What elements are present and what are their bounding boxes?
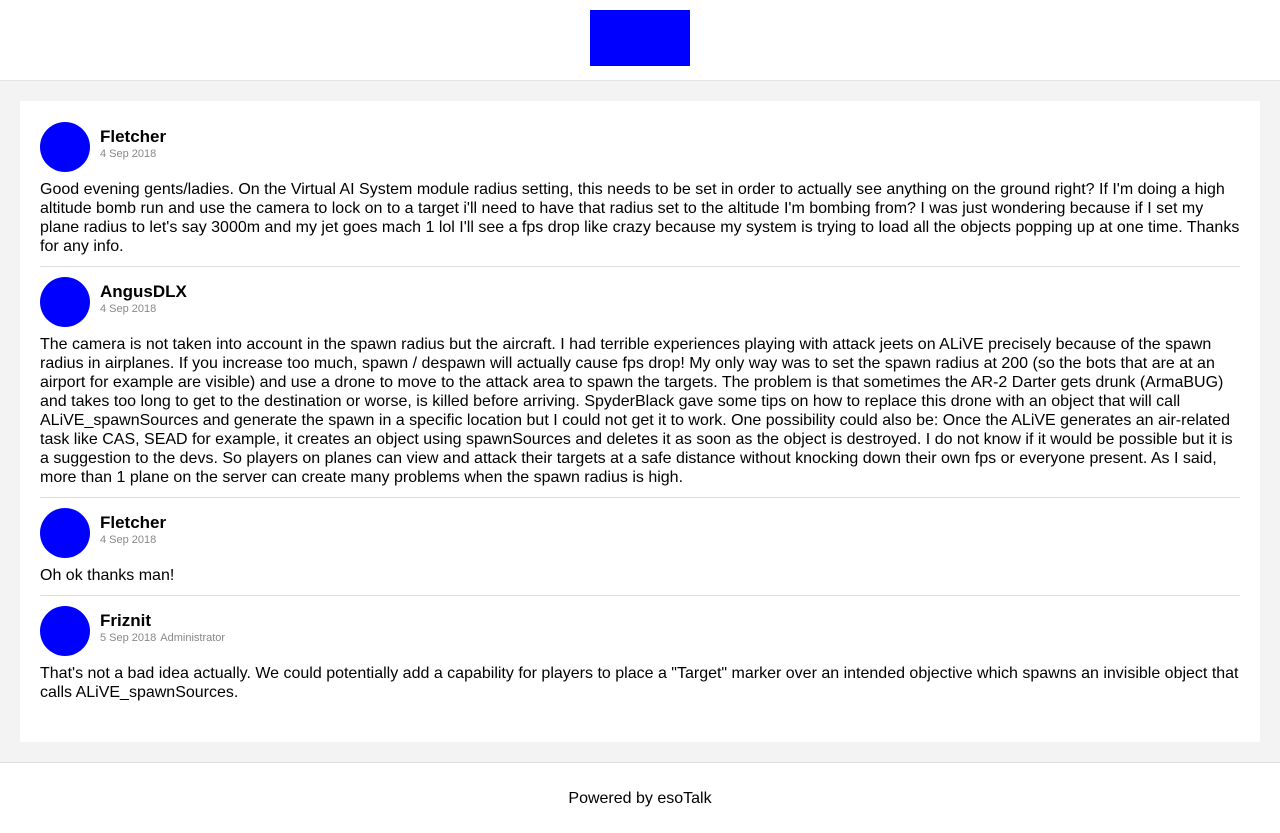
post-role-badge: Administrator — [160, 632, 226, 644]
header — [0, 0, 1280, 81]
site-logo[interactable] — [590, 10, 690, 66]
post: Fletcher 4 Sep 2018 Oh ok thanks man! — [40, 508, 1240, 596]
post-author[interactable]: Friznit — [100, 611, 225, 631]
footer: Powered by esoTalk — [0, 762, 1280, 833]
avatar[interactable] — [40, 508, 90, 558]
post-body: The camera is not taken into account in … — [40, 336, 1233, 486]
post-body: Oh ok thanks man! — [40, 567, 175, 584]
post: AngusDLX 4 Sep 2018 The camera is not ta… — [40, 277, 1240, 498]
avatar[interactable] — [40, 606, 90, 656]
main-content: Fletcher 4 Sep 2018 Good evening gents/l… — [0, 81, 1280, 762]
post-date: 4 Sep 2018 — [100, 303, 157, 315]
post-body: That's not a bad idea actually. We could… — [40, 665, 1239, 701]
post-date: 4 Sep 2018 — [100, 534, 157, 546]
post-author[interactable]: AngusDLX — [100, 282, 187, 302]
post-author[interactable]: Fletcher — [100, 127, 166, 147]
avatar[interactable] — [40, 122, 90, 172]
post: Fletcher 4 Sep 2018 Good evening gents/l… — [40, 122, 1240, 267]
conversation: Fletcher 4 Sep 2018 Good evening gents/l… — [20, 101, 1260, 742]
post-body: Good evening gents/ladies. On the Virtua… — [40, 181, 1240, 255]
powered-by-link[interactable]: Powered by esoTalk — [568, 790, 711, 807]
post-author[interactable]: Fletcher — [100, 513, 166, 533]
post: Friznit 5 Sep 2018 Administrator That's n… — [40, 606, 1240, 712]
post-date: 5 Sep 2018 — [100, 632, 157, 644]
avatar[interactable] — [40, 277, 90, 327]
post-date: 4 Sep 2018 — [100, 148, 157, 160]
